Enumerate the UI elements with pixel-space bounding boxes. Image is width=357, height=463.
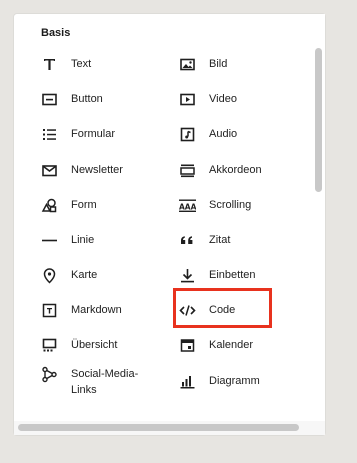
envelope-icon [41,162,58,179]
block-item-label: Audio [209,128,238,140]
button-icon [41,91,58,108]
block-item-audio[interactable]: Audio [179,119,299,149]
block-item-label: Zitat [209,234,231,246]
map-pin-icon [41,267,58,284]
accordion-icon [179,162,196,179]
calendar-icon [179,337,196,354]
block-item-label: Button [71,93,103,105]
block-item-label: Formular [71,128,116,140]
block-item-line[interactable]: Linie [41,225,161,255]
block-item-embed[interactable]: Einbetten [179,260,299,290]
block-item-calendar[interactable]: Kalender [179,330,299,360]
svg-text:AAA: AAA [179,202,196,211]
chart-icon [179,373,196,390]
block-item-label: Social-Media-Links [71,368,139,396]
block-item-shape[interactable]: Form [41,190,161,220]
block-item-newsletter[interactable]: Newsletter [41,155,161,185]
block-item-label: Bild [209,58,228,70]
block-item-label: Form [71,199,97,211]
block-item-image[interactable]: Bild [179,49,299,79]
block-item-label: Kalender [209,339,254,351]
shapes-icon [41,197,58,214]
text-icon [41,56,58,73]
block-item-label: Newsletter [71,164,123,176]
block-item-summary[interactable]: Übersicht [41,330,161,360]
block-item-label: Einbetten [209,269,256,281]
block-item-map[interactable]: Karte [41,260,161,290]
block-item-button[interactable]: Button [41,84,161,114]
block-item-social-links[interactable]: Social-Media-Links [41,366,161,404]
block-item-text[interactable]: Text [41,49,161,79]
block-item-quote[interactable]: Zitat [179,225,299,255]
block-item-chart[interactable]: Diagramm [179,366,299,396]
embed-icon [179,267,196,284]
block-item-accordion[interactable]: Akkordeon [179,155,299,185]
block-item-markdown[interactable]: Markdown [41,295,161,325]
section-title: Basis [41,27,71,39]
block-item-label: Diagramm [209,375,260,387]
share-icon [41,366,58,383]
code-icon [179,302,196,319]
line-icon [41,232,58,249]
block-item-label: Video [209,93,237,105]
block-item-label: Karte [71,269,98,281]
quote-icon [179,232,196,249]
video-icon [179,91,196,108]
block-item-code[interactable]: Code [179,295,299,325]
block-item-video[interactable]: Video [179,84,299,114]
block-item-label: Linie [71,234,95,246]
summary-icon [41,337,58,354]
block-item-label: Übersicht [71,339,118,351]
block-item-label: Markdown [71,304,122,316]
block-item-label: Code [209,304,236,316]
scrolling-icon: AAA [179,197,196,214]
vertical-scrollbar-thumb[interactable] [315,48,322,192]
form-list-icon [41,126,58,143]
markdown-icon [41,302,58,319]
block-item-label: Scrolling [209,199,252,211]
audio-icon [179,126,196,143]
block-picker-panel: Basis Text Bild Button Video Formular Au… [14,14,325,435]
horizontal-scrollbar-thumb[interactable] [18,424,299,431]
block-item-scrolling[interactable]: AAA Scrolling [179,190,299,220]
block-item-label: Akkordeon [209,164,262,176]
image-icon [179,56,196,73]
block-item-label: Text [71,58,92,70]
block-item-form[interactable]: Formular [41,119,161,149]
